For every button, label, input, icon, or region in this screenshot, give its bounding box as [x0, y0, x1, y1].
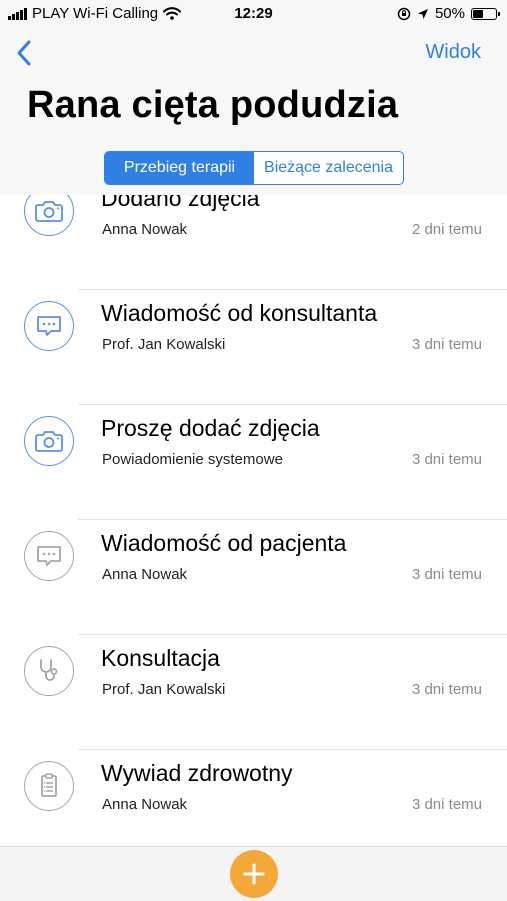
item-title: Wiadomość od konsultanta [101, 300, 378, 326]
item-title: Wiadomość od pacjenta [101, 530, 347, 556]
tab-therapy-progress[interactable]: Przebieg terapii [105, 152, 254, 184]
message-icon [37, 546, 61, 566]
item-subtitle: Anna Nowak [102, 221, 188, 238]
message-icon [37, 316, 61, 336]
list-item[interactable]: Proszę dodać zdjęcia Powiadomienie syste… [0, 405, 507, 520]
item-icon-circle [24, 195, 74, 236]
battery-icon [471, 7, 500, 20]
wifi-icon [163, 7, 182, 20]
item-subtitle: Anna Nowak [102, 796, 188, 813]
list-item[interactable]: Dodano zdjęcia Anna Nowak 2 dni temu [0, 195, 507, 290]
item-time: 3 dni temu [411, 566, 482, 583]
item-icon-circle [24, 301, 74, 351]
item-title: Proszę dodać zdjęcia [101, 415, 320, 441]
activity-list: Dodano zdjęcia Anna Nowak 2 dni temu Wia… [0, 195, 507, 845]
rotation-lock-icon [397, 7, 411, 20]
battery-percent: 50% [434, 5, 465, 22]
item-subtitle: Anna Nowak [102, 566, 188, 583]
view-button[interactable]: Widok [425, 41, 481, 64]
plus-icon [243, 863, 265, 885]
status-right: 50% [397, 5, 500, 22]
item-time: 3 dni temu [411, 336, 482, 353]
camera-icon [35, 431, 63, 452]
carrier-label: PLAY Wi-Fi Calling [32, 5, 159, 22]
item-icon-circle [24, 646, 74, 696]
list-item[interactable]: Wywiad zdrowotny Anna Nowak 3 dni temu [0, 750, 507, 845]
segmented-control: Przebieg terapii Bieżące zalecenia [104, 151, 404, 185]
list-item[interactable]: Wiadomość od pacjenta Anna Nowak 3 dni t… [0, 520, 507, 635]
battery-level-fill [473, 9, 483, 18]
item-icon-circle [24, 761, 74, 811]
item-title: Wywiad zdrowotny [101, 760, 293, 786]
signal-icon [8, 7, 27, 20]
tab-current-recommendations[interactable]: Bieżące zalecenia [254, 152, 403, 184]
item-subtitle: Prof. Jan Kowalski [102, 681, 226, 698]
list-item[interactable]: Wiadomość od konsultanta Prof. Jan Kowal… [0, 290, 507, 405]
item-subtitle: Prof. Jan Kowalski [102, 336, 226, 353]
status-bar: PLAY Wi-Fi Calling 12:29 50% [0, 0, 507, 30]
item-time: 3 dni temu [411, 796, 482, 813]
item-time: 3 dni temu [411, 681, 482, 698]
chevron-left-icon [17, 40, 31, 66]
item-subtitle: Powiadomienie systemowe [102, 451, 283, 468]
item-icon-circle [24, 416, 74, 466]
item-time: 2 dni temu [411, 221, 482, 238]
top-bar: PLAY Wi-Fi Calling 12:29 50% Widok Rana … [0, 0, 507, 195]
camera-icon [35, 201, 63, 222]
clipboard-icon [41, 773, 57, 797]
back-button[interactable] [12, 36, 42, 70]
item-title: Dodano zdjęcia [101, 195, 260, 211]
location-arrow-icon [417, 8, 428, 19]
add-button[interactable] [230, 850, 278, 898]
page-title: Rana cięta podudzia [27, 84, 399, 126]
item-icon-circle [24, 531, 74, 581]
item-time: 3 dni temu [411, 451, 482, 468]
status-left: PLAY Wi-Fi Calling [8, 5, 182, 22]
item-title: Konsultacja [101, 645, 220, 671]
stethoscope-icon [40, 659, 58, 681]
list-item[interactable]: Konsultacja Prof. Jan Kowalski 3 dni tem… [0, 635, 507, 750]
